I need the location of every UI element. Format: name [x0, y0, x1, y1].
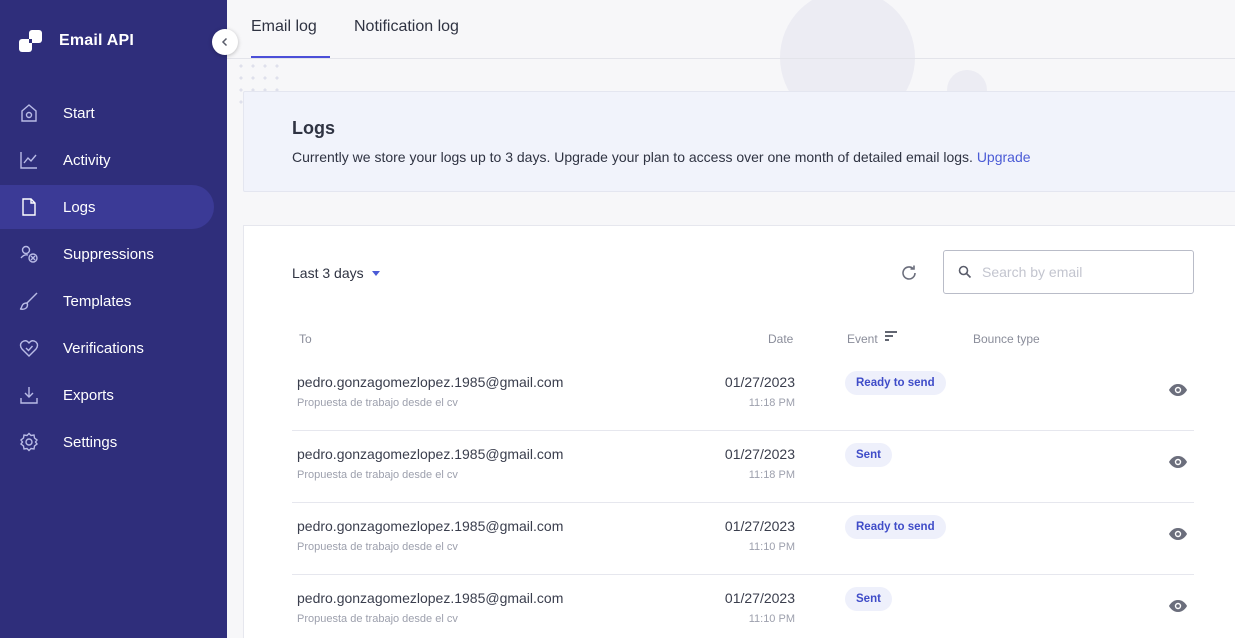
search-icon	[958, 265, 972, 279]
tab-email-log[interactable]: Email log	[251, 18, 330, 58]
row-time: 11:10 PM	[748, 613, 795, 625]
gear-icon	[19, 432, 39, 452]
refresh-icon[interactable]	[900, 264, 918, 282]
column-header-date: Date	[768, 332, 794, 346]
row-email: pedro.gonzagomezlopez.1985@gmail.com	[297, 518, 564, 534]
home-icon	[19, 103, 39, 123]
row-time: 11:18 PM	[748, 469, 795, 481]
sidebar-item-label: Logs	[63, 198, 96, 216]
table-row[interactable]: pedro.gonzagomezlopez.1985@gmail.com Pro…	[292, 359, 1194, 431]
table-row[interactable]: pedro.gonzagomezlopez.1985@gmail.com Pro…	[292, 503, 1194, 575]
sidebar-item-label: Templates	[63, 292, 132, 310]
sidebar-item-activity[interactable]: Activity	[0, 138, 227, 182]
banner-message: Currently we store your logs up to 3 day…	[292, 149, 973, 165]
app-logo-icon	[19, 30, 42, 52]
table-row[interactable]: pedro.gonzagomezlopez.1985@gmail.com Pro…	[292, 431, 1194, 503]
row-date: 01/27/2023	[724, 446, 795, 462]
column-header-to: To	[299, 332, 312, 346]
date-range-dropdown[interactable]: Last 3 days	[292, 265, 380, 281]
view-eye-icon[interactable]	[1168, 455, 1188, 469]
table-row[interactable]: pedro.gonzagomezlopez.1985@gmail.com Pro…	[292, 575, 1194, 638]
sidebar-item-label: Settings	[63, 433, 118, 451]
sidebar-item-label: Activity	[63, 151, 111, 169]
row-email: pedro.gonzagomezlopez.1985@gmail.com	[297, 446, 564, 462]
chevron-left-icon	[221, 37, 228, 47]
sidebar-item-verifications[interactable]: Verifications	[0, 326, 227, 370]
sidebar-item-exports[interactable]: Exports	[0, 373, 227, 417]
tab-bar: Email log Notification log	[227, 0, 1235, 59]
event-badge: Ready to send	[845, 515, 946, 539]
row-subject: Propuesta de trabajo desde el cv	[297, 469, 458, 481]
download-icon	[19, 385, 39, 405]
row-email: pedro.gonzagomezlopez.1985@gmail.com	[297, 590, 564, 606]
search-box[interactable]	[943, 250, 1194, 294]
collapse-sidebar-button[interactable]	[212, 29, 238, 55]
row-date: 01/27/2023	[724, 518, 795, 534]
row-subject: Propuesta de trabajo desde el cv	[297, 613, 458, 625]
row-subject: Propuesta de trabajo desde el cv	[297, 541, 458, 553]
sidebar-nav: Start Activity Logs Suppressions Templat…	[0, 91, 227, 467]
logs-info-banner: Logs Currently we store your logs up to …	[243, 91, 1235, 192]
banner-text: Currently we store your logs up to 3 day…	[292, 149, 1235, 165]
row-email: pedro.gonzagomezlopez.1985@gmail.com	[297, 374, 564, 390]
document-icon	[19, 197, 39, 217]
column-header-bounce-type: Bounce type	[973, 332, 1040, 346]
row-date: 01/27/2023	[724, 590, 795, 606]
view-eye-icon[interactable]	[1168, 599, 1188, 613]
brush-icon	[19, 291, 39, 311]
upgrade-link[interactable]: Upgrade	[977, 149, 1031, 165]
sidebar-item-settings[interactable]: Settings	[0, 420, 227, 464]
banner-title: Logs	[292, 118, 335, 138]
event-header-label: Event	[847, 332, 878, 346]
sidebar-item-label: Suppressions	[63, 245, 154, 263]
heart-check-icon	[19, 338, 39, 358]
search-input[interactable]	[982, 264, 1182, 280]
sidebar-item-logs[interactable]: Logs	[0, 185, 214, 229]
sidebar-item-templates[interactable]: Templates	[0, 279, 227, 323]
row-time: 11:18 PM	[748, 397, 795, 409]
row-date: 01/27/2023	[724, 374, 795, 390]
view-eye-icon[interactable]	[1168, 383, 1188, 397]
tab-notification-log[interactable]: Notification log	[354, 18, 459, 56]
sort-icon[interactable]	[884, 331, 898, 341]
row-subject: Propuesta de trabajo desde el cv	[297, 397, 458, 409]
sidebar-item-label: Exports	[63, 386, 114, 404]
sidebar-item-label: Start	[63, 104, 95, 122]
row-time: 11:10 PM	[748, 541, 795, 553]
event-badge: Sent	[845, 443, 892, 467]
event-badge: Sent	[845, 587, 892, 611]
date-range-label: Last 3 days	[292, 265, 364, 281]
brand[interactable]: Email API	[18, 28, 134, 54]
view-eye-icon[interactable]	[1168, 527, 1188, 541]
chart-icon	[19, 150, 39, 170]
suppression-icon	[19, 244, 39, 264]
main-content: Email log Notification log Logs Currentl…	[227, 0, 1235, 638]
caret-down-icon	[371, 270, 380, 276]
sidebar: Email API Start Activity Logs Suppressio…	[0, 0, 227, 638]
app-title: Email API	[59, 32, 135, 49]
sidebar-item-start[interactable]: Start	[0, 91, 227, 135]
column-header-event[interactable]: Event	[847, 331, 898, 346]
sidebar-item-label: Verifications	[63, 339, 144, 357]
sidebar-item-suppressions[interactable]: Suppressions	[0, 232, 227, 276]
logs-card: Last 3 days To Date Event Bounce type pe…	[243, 225, 1235, 638]
event-badge: Ready to send	[845, 371, 946, 395]
